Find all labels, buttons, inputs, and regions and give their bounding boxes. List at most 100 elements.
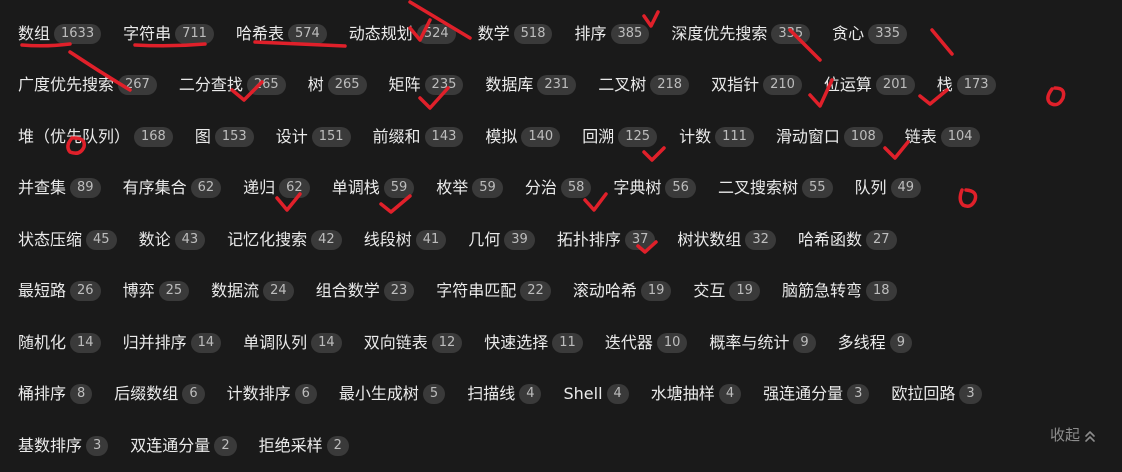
tag-item[interactable]: 记忆化搜索 42 xyxy=(227,229,342,250)
tag-item[interactable]: 递归 62 xyxy=(243,178,310,199)
tag-item[interactable]: 博弈 25 xyxy=(123,281,190,302)
tag-count: 265 xyxy=(246,75,286,96)
tag-item[interactable]: 并查集 89 xyxy=(18,178,101,199)
tag-item[interactable]: 二叉树 218 xyxy=(598,75,690,96)
tag-item[interactable]: 数据库 231 xyxy=(485,75,577,96)
tag-row: 最短路 26 博弈 25 数据流 24 组合数学 23 字符串匹配 22 滚动哈希 19 交… xyxy=(18,266,1112,318)
tag-item[interactable]: 最短路 26 xyxy=(18,281,101,302)
tag-item[interactable]: 拓扑排序 37 xyxy=(557,229,656,250)
tag-label: 最小生成树 xyxy=(338,384,419,404)
tag-label: 双指针 xyxy=(711,75,760,95)
tag-item[interactable]: 链表 104 xyxy=(905,126,980,147)
tag-item[interactable]: 线段树 41 xyxy=(364,229,447,250)
tag-item[interactable]: 交互 19 xyxy=(693,281,760,302)
tag-item[interactable]: 字典树 56 xyxy=(613,178,696,199)
tag-item[interactable]: 桶排序 8 xyxy=(18,384,93,405)
tag-item[interactable]: 归并排序 14 xyxy=(122,332,222,353)
tag-item[interactable]: 迭代器 10 xyxy=(605,332,688,353)
tag-item[interactable]: 数论 43 xyxy=(139,229,206,250)
tag-item[interactable]: 动态规划 524 xyxy=(349,23,456,44)
tag-item[interactable]: 栈 173 xyxy=(937,75,996,96)
tag-item[interactable]: 随机化 14 xyxy=(18,332,101,353)
tag-count: 168 xyxy=(134,126,173,147)
tag-item[interactable]: 脑筋急转弯 18 xyxy=(782,281,897,302)
tag-item[interactable]: 堆（优先队列） 168 xyxy=(18,126,173,147)
tag-label: 贪心 xyxy=(832,23,865,43)
tag-item[interactable]: 分治 58 xyxy=(525,178,592,199)
tag-item[interactable]: 计数 111 xyxy=(679,126,754,147)
tag-row: 状态压缩 45 数论 43 记忆化搜索 42 线段树 41 几何 39 拓扑排序 37 树状… xyxy=(18,214,1112,266)
tag-item[interactable]: 深度优先搜索 335 xyxy=(671,23,811,44)
tag-item[interactable]: 哈希函数 27 xyxy=(798,229,897,250)
tag-item[interactable]: 几何 39 xyxy=(468,229,535,250)
tag-count: 231 xyxy=(537,75,577,96)
tag-item[interactable]: 回溯 125 xyxy=(582,126,658,147)
tag-item[interactable]: 枚举 59 xyxy=(436,178,503,199)
tag-item[interactable]: 树状数组 32 xyxy=(677,229,776,250)
tag-item[interactable]: 单调队列 14 xyxy=(243,332,342,353)
tag-item[interactable]: 计数排序 6 xyxy=(227,384,317,405)
tag-item[interactable]: 哈希表 574 xyxy=(236,23,327,44)
tag-item[interactable]: 滚动哈希 19 xyxy=(572,281,672,302)
tag-item[interactable]: 数组 1633 xyxy=(18,23,102,44)
tag-label: 字典树 xyxy=(613,178,662,198)
tag-item[interactable]: 图 153 xyxy=(195,126,254,147)
tag-item[interactable]: 基数排序 3 xyxy=(18,435,109,456)
tag-item[interactable]: 贪心 335 xyxy=(832,23,908,44)
tag-item[interactable]: 双指针 210 xyxy=(711,75,802,96)
tag-item[interactable]: 后缀数组 6 xyxy=(114,384,205,405)
tag-item[interactable]: 强连通分量 3 xyxy=(763,384,870,405)
tag-label: 多线程 xyxy=(837,332,886,352)
tag-item[interactable]: 数据流 24 xyxy=(211,281,294,302)
tag-item[interactable]: 拒绝采样 2 xyxy=(259,435,349,456)
tag-item[interactable]: 数学 518 xyxy=(478,23,553,44)
tag-count: 49 xyxy=(890,178,922,199)
tag-item[interactable]: 双连通分量 2 xyxy=(130,435,237,456)
tag-count: 12 xyxy=(431,332,463,353)
tag-count: 218 xyxy=(650,75,690,96)
tag-label: 二叉树 xyxy=(598,75,647,95)
tag-item[interactable]: 矩阵 235 xyxy=(389,75,464,96)
tag-label: 归并排序 xyxy=(122,332,187,352)
tag-label: 最短路 xyxy=(18,281,67,301)
tag-count: 27 xyxy=(865,229,897,250)
tag-item[interactable]: 前缀和 143 xyxy=(372,126,464,147)
tag-item[interactable]: 设计 151 xyxy=(276,126,351,147)
tag-label: 欧拉回路 xyxy=(891,384,956,404)
tag-label: 递归 xyxy=(243,178,276,198)
tag-row: 数组 1633 字符串 711 哈希表 574 动态规划 524 数学 518 排序 385… xyxy=(18,8,1112,60)
tag-item[interactable]: 字符串 711 xyxy=(123,23,214,44)
tag-item[interactable]: 最小生成树 5 xyxy=(338,384,446,405)
tag-label: 滚动哈希 xyxy=(572,281,637,301)
tag-item[interactable]: 欧拉回路 3 xyxy=(891,384,982,405)
tag-item[interactable]: 滑动窗口 108 xyxy=(776,126,883,147)
tag-item[interactable]: 广度优先搜索 267 xyxy=(18,75,157,96)
collapse-button[interactable]: 收起 xyxy=(1050,424,1096,445)
tag-item[interactable]: 位运算 201 xyxy=(824,75,915,96)
tag-item[interactable]: Shell 4 xyxy=(563,384,629,405)
tag-item[interactable]: 概率与统计 9 xyxy=(709,332,816,353)
tag-item[interactable]: 组合数学 23 xyxy=(316,281,415,302)
tag-item[interactable]: 水塘抽样 4 xyxy=(651,384,742,405)
tag-item[interactable]: 树 265 xyxy=(308,75,367,96)
tag-count: 9 xyxy=(793,332,816,353)
tag-item[interactable]: 排序 385 xyxy=(574,23,650,44)
tag-item[interactable]: 状态压缩 45 xyxy=(18,229,117,250)
tag-label: 前缀和 xyxy=(372,126,421,146)
tag-item[interactable]: 二叉搜索树 55 xyxy=(718,178,833,199)
tag-item[interactable]: 多线程 9 xyxy=(837,332,912,353)
tag-count: 111 xyxy=(715,126,754,147)
tag-label: 几何 xyxy=(468,229,501,249)
tag-item[interactable]: 二分查找 265 xyxy=(179,75,286,96)
tag-count: 19 xyxy=(729,281,760,302)
tag-count: 19 xyxy=(640,281,672,302)
tag-label: 单调队列 xyxy=(243,332,308,352)
tag-item[interactable]: 扫描线 4 xyxy=(467,384,542,405)
tag-item[interactable]: 有序集合 62 xyxy=(123,178,222,199)
tag-item[interactable]: 模拟 140 xyxy=(485,126,561,147)
tag-item[interactable]: 单调栈 59 xyxy=(332,178,415,199)
tag-item[interactable]: 双向链表 12 xyxy=(364,332,463,353)
tag-item[interactable]: 队列 49 xyxy=(855,178,922,199)
tag-item[interactable]: 字符串匹配 22 xyxy=(436,281,551,302)
tag-item[interactable]: 快速选择 11 xyxy=(484,332,583,353)
